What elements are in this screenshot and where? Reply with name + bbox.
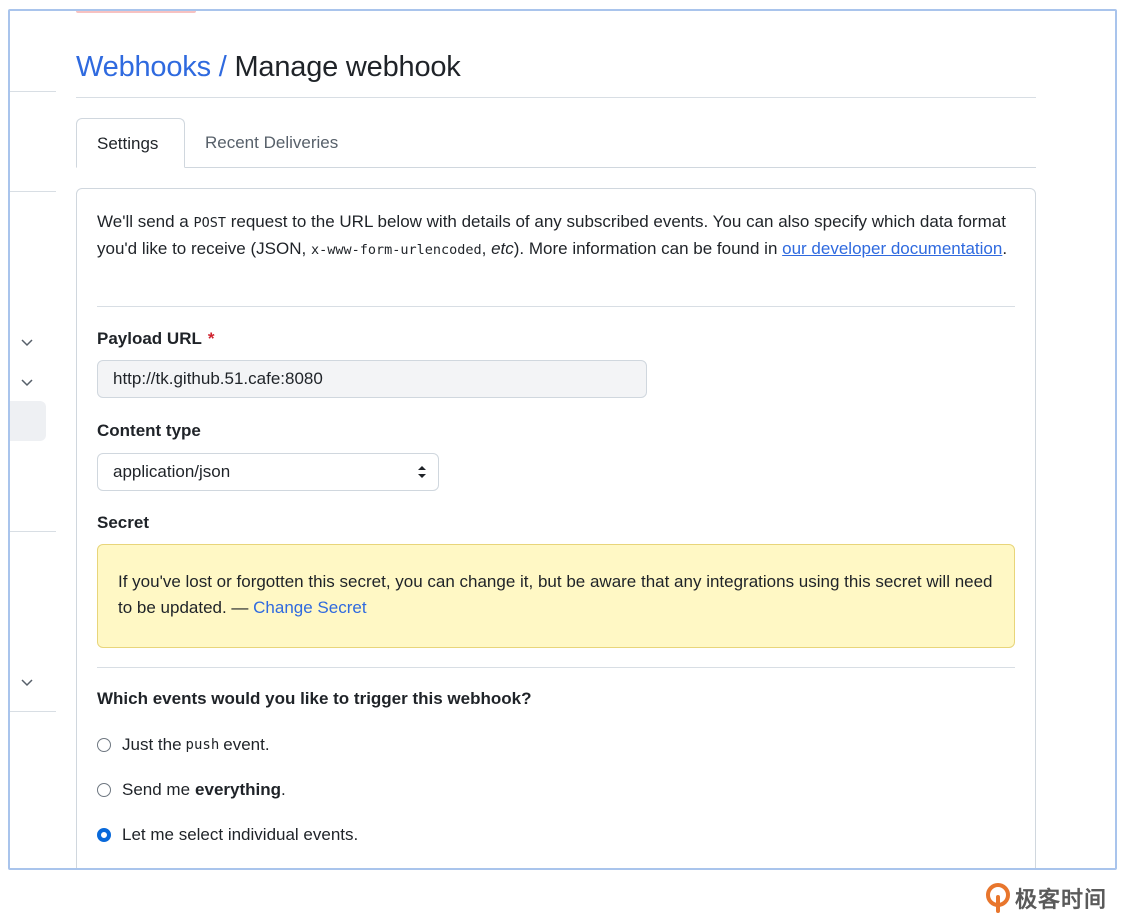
sidebar-divider (10, 531, 56, 532)
chevron-down-icon[interactable] (20, 335, 34, 349)
intro-text-part: ). More information can be found in (513, 239, 783, 258)
secret-message: If you've lost or forgotten this secret,… (118, 572, 993, 617)
intro-text-part: , (481, 239, 492, 258)
section-divider (97, 667, 1015, 668)
tab-recent-deliveries[interactable]: Recent Deliveries (185, 118, 358, 168)
select-arrows-icon (418, 466, 426, 478)
sidebar-divider (10, 191, 56, 192)
content-type-select[interactable]: application/json (97, 453, 439, 491)
option-bold-text: everything (195, 780, 282, 799)
code-post: POST (193, 215, 226, 231)
tab-settings[interactable]: Settings (76, 118, 185, 168)
page-title: Webhooks / Manage webhook (76, 49, 461, 85)
breadcrumb-separator: / (218, 51, 227, 83)
secret-label: Secret (97, 513, 149, 532)
sidebar-divider (10, 711, 56, 712)
title-divider (76, 97, 1036, 98)
change-secret-link[interactable]: Change Secret (253, 598, 366, 617)
watermark: 极客时间 (985, 882, 1107, 914)
section-divider (97, 306, 1015, 307)
option-text: Just the (122, 735, 182, 754)
payload-url-input[interactable] (97, 360, 647, 398)
developer-docs-link[interactable]: our developer documentation (782, 239, 1002, 258)
radio-button[interactable] (97, 783, 111, 797)
radio-option-push[interactable]: Just the push event. (97, 734, 270, 756)
intro-text-part: . (1002, 239, 1008, 258)
code-push: push (185, 737, 220, 753)
events-question: Which events would you like to trigger t… (97, 689, 532, 708)
content-type-selected-value: application/json (113, 462, 231, 481)
payload-url-label: Payload URL * (97, 329, 214, 349)
intro-etc: etc (491, 239, 514, 258)
payload-url-label-text: Payload URL (97, 329, 202, 348)
required-marker: * (207, 329, 215, 348)
chevron-down-icon[interactable] (20, 375, 34, 389)
option-text: event. (223, 735, 270, 754)
option-text: Let me select individual events. (122, 825, 359, 844)
intro-text: We'll send a POST request to the URL bel… (97, 209, 1017, 263)
content-type-label: Content type (97, 421, 201, 440)
browser-frame: Webhooks / Manage webhook Settings Recen… (8, 9, 1117, 870)
radio-button[interactable] (97, 738, 111, 752)
radio-option-everything[interactable]: Send me everything . (97, 779, 286, 801)
sidebar-divider (10, 91, 56, 92)
top-accent-bar (76, 11, 196, 13)
option-text: . (281, 780, 286, 799)
code-format: x-www-form-urlencoded (310, 242, 482, 258)
intro-text-part: We'll send a (97, 212, 194, 231)
breadcrumb-webhooks-link[interactable]: Webhooks (76, 51, 211, 83)
settings-panel: We'll send a POST request to the URL bel… (76, 188, 1036, 868)
breadcrumb-current: Manage webhook (234, 51, 461, 83)
geektime-logo-icon (985, 883, 1010, 913)
secret-warning-flash: If you've lost or forgotten this secret,… (97, 544, 1015, 648)
chevron-down-icon[interactable] (20, 675, 34, 689)
option-text: Send me (122, 780, 191, 799)
radio-option-individual[interactable]: Let me select individual events. (97, 824, 358, 846)
watermark-text: 极客时间 (1014, 888, 1107, 913)
sidebar-item-active[interactable] (10, 401, 46, 441)
radio-button-checked[interactable] (97, 828, 111, 842)
